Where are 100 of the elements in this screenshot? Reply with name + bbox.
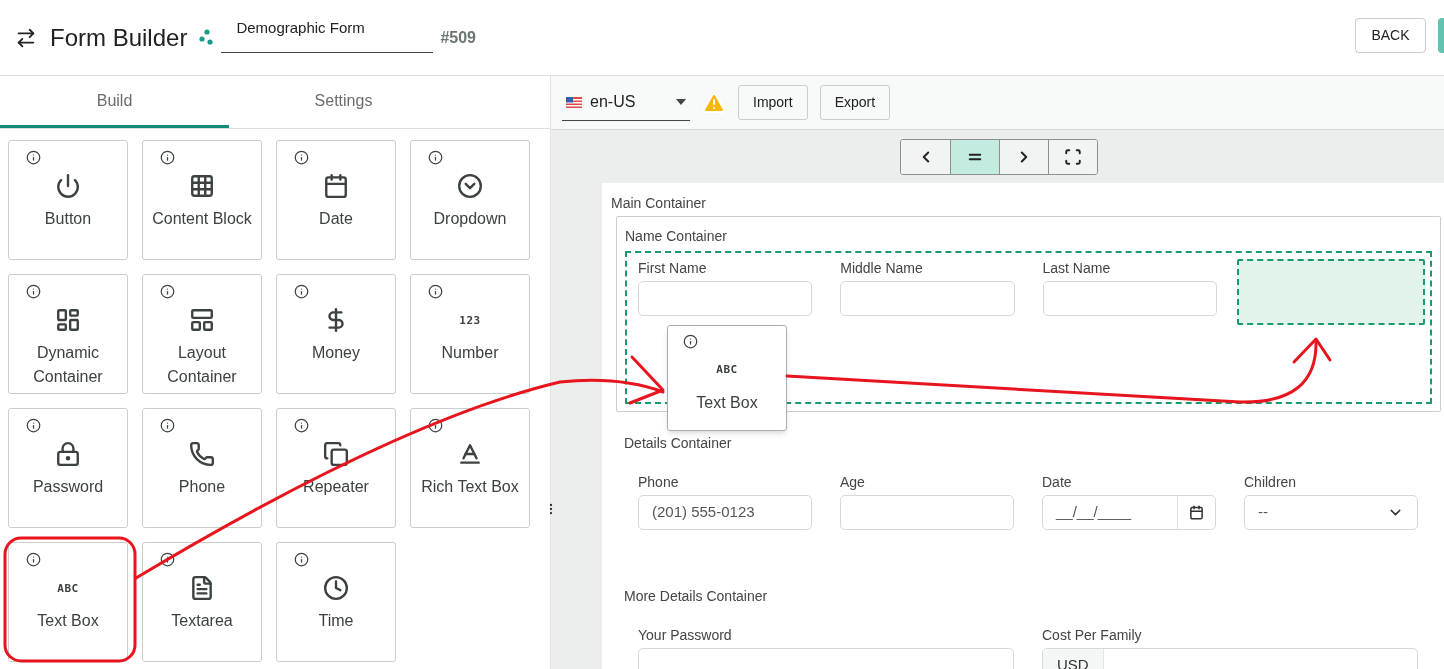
view-button[interactable] [1048,140,1097,174]
component-card[interactable]: Date [276,140,396,260]
component-card[interactable]: Button [8,140,128,260]
component-label: Textarea [170,611,234,631]
field-label: Last Name [1042,259,1112,277]
view-button[interactable] [950,140,999,174]
info-icon[interactable] [26,418,41,433]
container-title: More Details Container [624,587,769,605]
component-label: Time [317,611,355,631]
info-icon[interactable] [294,284,309,299]
component-label: Content Block [151,209,253,229]
info-icon[interactable] [160,150,175,165]
component-label: Date [318,209,354,229]
component-label: Button [43,209,93,229]
info-icon[interactable] [428,150,443,165]
flag-icon [566,96,582,108]
toolbar-button[interactable]: Export [819,85,891,120]
container-title: Main Container [611,194,707,212]
info-icon[interactable] [160,418,175,433]
input-field[interactable] [840,495,1014,530]
component-card[interactable]: Content Block [142,140,262,260]
info-icon[interactable] [26,552,41,567]
component-card[interactable]: Rich Text Box [410,408,530,528]
info-icon[interactable] [294,418,309,433]
container-title: Details Container [624,434,733,452]
info-icon[interactable] [294,150,309,165]
calendar-icon [323,173,349,199]
component-card[interactable]: Repeater [276,408,396,528]
component-label: Repeater [302,477,370,497]
input-field[interactable]: (201) 555-0123 [638,495,812,530]
component-card[interactable]: Time [276,542,396,662]
caret-icon [676,99,686,105]
tab[interactable]: Build [0,76,229,128]
field-label: Date [1042,473,1073,491]
info-icon[interactable] [294,552,309,567]
locale-select[interactable]: en-US [562,84,690,121]
component-card[interactable]: Layout Container [142,274,262,394]
clock-icon [323,575,349,601]
component-label: Number [440,343,500,363]
number-icon: 123 [459,314,481,326]
calendar-icon[interactable] [1189,505,1204,520]
abc-icon: ABC [716,364,738,375]
component-label: Password [31,477,105,497]
component-card[interactable]: Dropdown [410,140,530,260]
component-card[interactable]: Phone [142,408,262,528]
component-card[interactable]: Dynamic Container [8,274,128,394]
component-label: Money [311,343,361,363]
component-card[interactable]: Money [276,274,396,394]
document-icon [189,575,215,601]
field-label: Middle Name [840,259,924,277]
input-field[interactable] [638,281,813,316]
view-button[interactable] [999,140,1048,174]
power-icon [55,173,81,199]
toolbar-button[interactable]: Import [738,85,808,120]
field-label: Phone [638,473,680,491]
component-card[interactable]: 123 Number [410,274,530,394]
component-label: Dropdown [432,209,508,229]
info-icon[interactable] [160,284,175,299]
lock-icon [55,441,81,467]
component-label: Dynamic Container [32,343,104,387]
grid-icon [189,173,215,199]
component-card[interactable]: Textarea [142,542,262,662]
date-field[interactable]: __/__/____ [1042,495,1216,530]
select-field[interactable]: -- [1244,495,1418,530]
component-label: Text Box [36,611,100,631]
table-icon [189,307,215,333]
dropdown-icon [457,173,483,199]
collapse-icon[interactable] [15,26,37,49]
fullscreen-icon [1064,148,1082,166]
tab[interactable]: Settings [229,76,458,128]
field-label: Age [840,473,866,491]
dots-icon [199,28,216,47]
input-field[interactable] [1042,281,1217,316]
input-field[interactable] [840,281,1015,316]
text-format-icon [457,441,483,467]
field-label: Your Password [638,626,733,644]
form-id: #509 [440,27,476,48]
component-label: Rich Text Box [420,477,520,497]
field-label: Cost Per Family [1042,626,1143,644]
info-icon[interactable] [683,334,698,349]
info-icon[interactable] [428,284,443,299]
component-label: Layout Container [166,343,238,387]
phone-icon [189,441,215,467]
abc-icon: ABC [57,582,79,594]
field-label: Children [1244,473,1298,491]
stack-icon [323,441,349,467]
layout-icon [55,307,81,333]
info-icon[interactable] [26,284,41,299]
field-label: First Name [638,259,708,277]
form-name-field[interactable]: Demographic Form [221,16,434,53]
back-button[interactable]: BACK [1355,18,1426,53]
component-label: Phone [177,477,227,497]
info-icon[interactable] [428,418,443,433]
app-title: Form Builder [50,22,188,53]
component-card[interactable]: Password [8,408,128,528]
component-card[interactable]: ABC Text Box [8,542,128,662]
container-title: Name Container [625,227,728,245]
drag-preview-card[interactable]: ABC Text Box [667,325,787,431]
info-icon[interactable] [160,552,175,567]
info-icon[interactable] [26,150,41,165]
